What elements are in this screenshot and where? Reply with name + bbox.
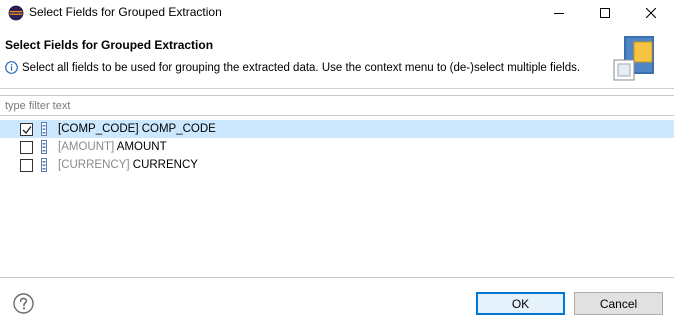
checkbox[interactable] bbox=[20, 159, 33, 172]
field-name: COMP_CODE bbox=[141, 123, 216, 135]
filter-input[interactable] bbox=[0, 95, 674, 116]
field-key: [CURRENCY] bbox=[58, 159, 130, 171]
wizard-banner-icon bbox=[610, 34, 660, 84]
checkbox[interactable] bbox=[20, 123, 33, 136]
field-icon bbox=[41, 140, 47, 154]
cancel-button[interactable]: Cancel bbox=[574, 292, 663, 315]
ok-button[interactable]: OK bbox=[476, 292, 565, 315]
field-key: [AMOUNT] bbox=[58, 141, 115, 153]
window-title: Select Fields for Grouped Extraction bbox=[29, 5, 222, 19]
close-button[interactable] bbox=[628, 0, 674, 26]
title-bar: Select Fields for Grouped Extraction bbox=[0, 0, 674, 26]
checkbox[interactable] bbox=[20, 141, 33, 154]
info-icon bbox=[5, 61, 18, 74]
eclipse-icon bbox=[8, 5, 24, 21]
field-label: [AMOUNT] AMOUNT bbox=[58, 140, 167, 154]
list-item[interactable]: [COMP_CODE] COMP_CODE bbox=[0, 120, 674, 138]
field-label: [CURRENCY] CURRENCY bbox=[58, 158, 198, 172]
field-label: [COMP_CODE] COMP_CODE bbox=[58, 122, 216, 136]
close-icon bbox=[646, 8, 656, 18]
help-icon[interactable] bbox=[13, 293, 34, 314]
minimize-button[interactable] bbox=[536, 0, 582, 26]
field-name: CURRENCY bbox=[132, 159, 198, 171]
field-icon bbox=[41, 122, 47, 136]
field-key: [COMP_CODE] bbox=[58, 123, 139, 135]
minimize-icon bbox=[554, 13, 564, 14]
dialog-header: Select Fields for Grouped Extraction Sel… bbox=[0, 26, 674, 88]
maximize-button[interactable] bbox=[582, 0, 628, 26]
field-list[interactable]: [COMP_CODE] COMP_CODE [AMOUNT] AMOUNT [C… bbox=[0, 120, 674, 278]
header-divider bbox=[0, 88, 674, 89]
field-icon bbox=[41, 158, 47, 172]
maximize-icon bbox=[600, 8, 610, 18]
header-title: Select Fields for Grouped Extraction bbox=[5, 38, 214, 52]
field-name: AMOUNT bbox=[116, 141, 167, 153]
header-message: Select all fields to be used for groupin… bbox=[22, 62, 581, 74]
list-item[interactable]: [AMOUNT] AMOUNT bbox=[0, 138, 674, 156]
check-icon bbox=[22, 126, 32, 134]
list-item[interactable]: [CURRENCY] CURRENCY bbox=[0, 156, 674, 174]
